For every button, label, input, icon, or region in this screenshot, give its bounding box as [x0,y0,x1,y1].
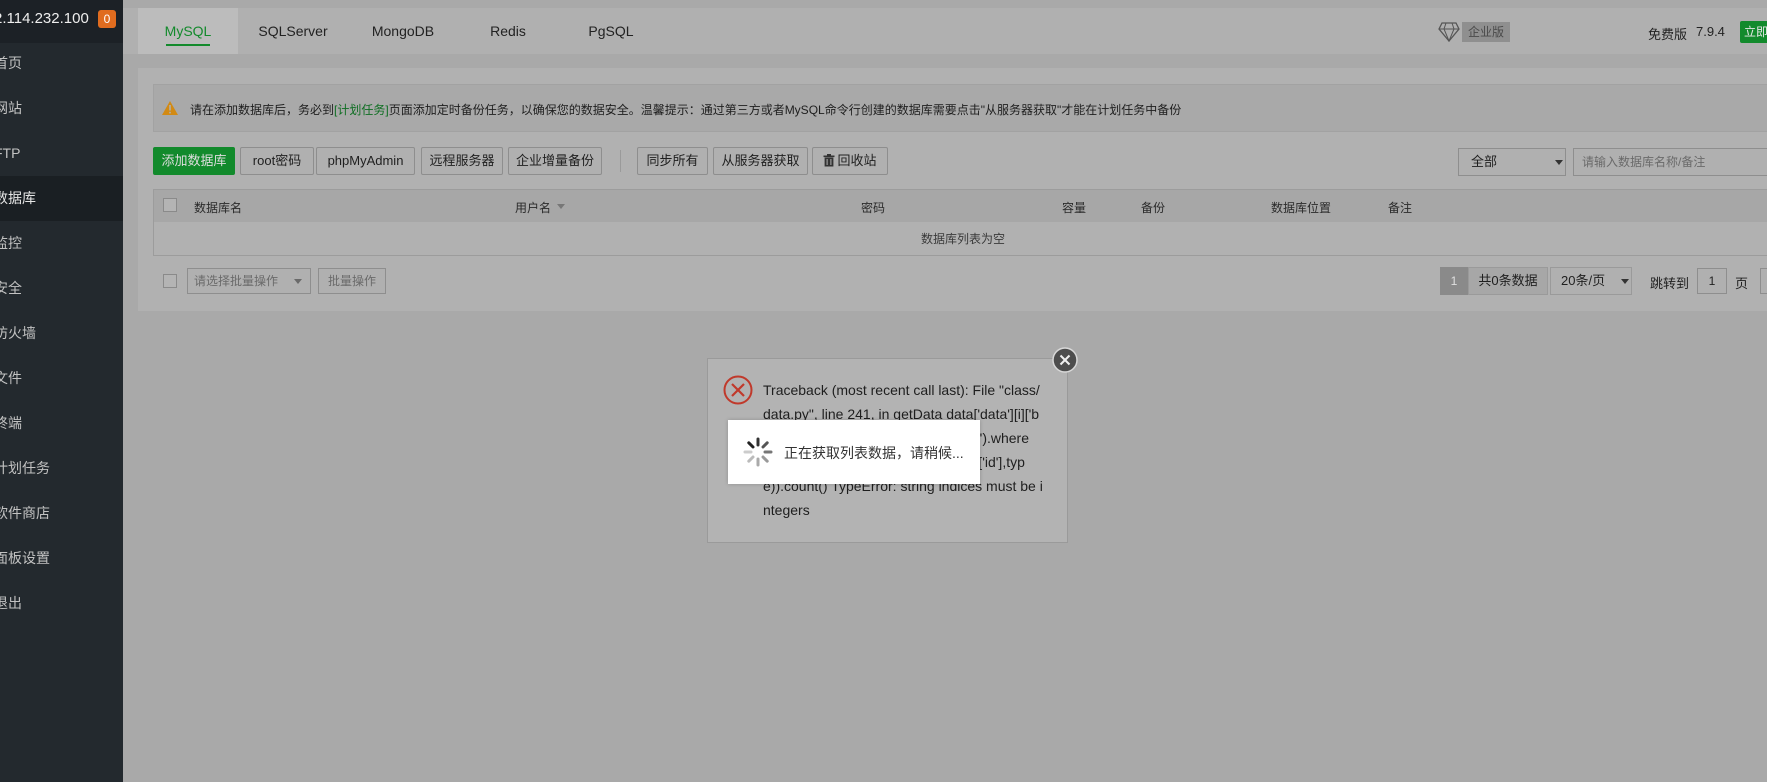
bottom-select-all-checkbox[interactable] [163,274,177,288]
phpmyadmin-button[interactable]: phpMyAdmin [316,147,415,175]
category-select-value: 全部 [1471,154,1498,169]
sidebar-item-ftp[interactable]: FTP [0,131,123,176]
sort-down-icon[interactable] [557,204,565,209]
database-search-input[interactable] [1573,148,1767,176]
incremental-backup-button[interactable]: 企业增量备份 [508,147,602,175]
sidebar-item-terminal[interactable]: 终端 [0,401,123,446]
upgrade-button[interactable]: 立即 [1740,21,1767,43]
column-remark: 备注 [1388,201,1413,215]
sidebar-item-logout[interactable]: 退出 [0,581,123,626]
notification-badge[interactable]: 0 [98,10,116,28]
sidebar-item-files[interactable]: 文件 [0,356,123,401]
select-all-checkbox[interactable] [163,198,177,212]
column-username[interactable]: 用户名 [515,199,551,216]
sidebar-item-settings[interactable]: 面板设置 [0,536,123,581]
tab-mongodb[interactable]: MongoDB [353,8,453,54]
recycle-bin-button[interactable]: 回收站 [812,147,888,175]
tab-redis[interactable]: Redis [458,8,558,54]
chevron-down-icon [294,279,302,284]
cron-task-link[interactable]: [计划任务] [334,103,389,117]
add-database-button[interactable]: 添加数据库 [153,147,235,175]
sidebar-item-monitor[interactable]: 监控 [0,221,123,266]
column-size: 容量 [1062,201,1087,215]
tab-mysql[interactable]: MySQL [138,8,238,54]
notice-text: 请在添加数据库后，务必到[计划任务]页面添加定时备份任务，以确保您的数据安全。温… [190,101,1181,118]
sidebar-item-cron[interactable]: 计划任务 [0,446,123,491]
loading-spinner-icon [743,437,773,467]
notice-text-after: 页面添加定时备份任务，以确保您的数据安全。温馨提示：通过第三方或者MySQL命令… [388,103,1182,117]
server-ip-text: 2.114.232.100 [0,10,89,27]
toolbar-divider [620,150,621,172]
tab-pgsql[interactable]: PgSQL [561,8,661,54]
sidebar-item-home[interactable]: 首页 [0,41,123,86]
fetch-from-server-button[interactable]: 从服务器获取 [713,147,808,175]
version-label: 7.9.4 [1696,24,1725,39]
batch-action-select[interactable]: 请选择批量操作 [187,268,311,294]
batch-action-button[interactable]: 批量操作 [318,268,386,294]
edition-label: 免费版 [1648,27,1688,42]
page-size-value: 20条/页 [1561,273,1606,288]
empty-table-message: 数据库列表为空 [153,222,1767,256]
loading-text: 正在获取列表数据，请稍候... [784,445,964,461]
column-db-name: 数据库名 [194,201,243,215]
column-password: 密码 [861,201,886,215]
category-select[interactable]: 全部 [1458,148,1566,176]
page-size-select[interactable]: 20条/页 [1550,267,1632,295]
chevron-down-icon [1621,279,1629,284]
trash-icon [823,154,835,167]
jump-go-button[interactable] [1760,268,1767,294]
root-password-button[interactable]: root密码 [240,147,314,175]
sync-all-button[interactable]: 同步所有 [637,147,708,175]
sidebar-item-website[interactable]: 网站 [0,86,123,131]
database-tab-bar: MySQL SQLServer MongoDB Redis PgSQL [123,8,1767,54]
sidebar-item-database[interactable]: 数据库 [0,176,123,221]
close-icon[interactable] [1052,347,1078,373]
error-icon [723,375,753,405]
chevron-down-icon [1555,160,1563,165]
recycle-bin-label: 回收站 [837,153,877,168]
page-unit-label: 页 [1735,276,1749,291]
remote-server-button[interactable]: 远程服务器 [421,147,503,175]
notice-text-before: 请在添加数据库后，务必到 [190,103,335,117]
jump-to-label: 跳转到 [1650,276,1690,291]
sidebar: 2.114.232.100 0 首页 网站 FTP 数据库 监控 安全 防火墙 … [0,0,123,782]
jump-page-input[interactable]: 1 [1697,268,1727,294]
diamond-icon[interactable] [1438,22,1460,42]
sidebar-item-security[interactable]: 安全 [0,266,123,311]
tab-sqlserver[interactable]: SQLServer [243,8,343,54]
current-page[interactable]: 1 [1440,267,1468,295]
warning-icon [162,101,178,115]
sidebar-item-store[interactable]: 软件商店 [0,491,123,536]
column-db-location: 数据库位置 [1271,201,1332,215]
sidebar-item-firewall[interactable]: 防火墙 [0,311,123,356]
table-header [153,189,1767,223]
column-backup: 备份 [1141,201,1166,215]
total-count: 共0条数据 [1468,267,1548,295]
batch-action-placeholder: 请选择批量操作 [194,274,279,288]
enterprise-label[interactable]: 企业版 [1462,22,1511,42]
